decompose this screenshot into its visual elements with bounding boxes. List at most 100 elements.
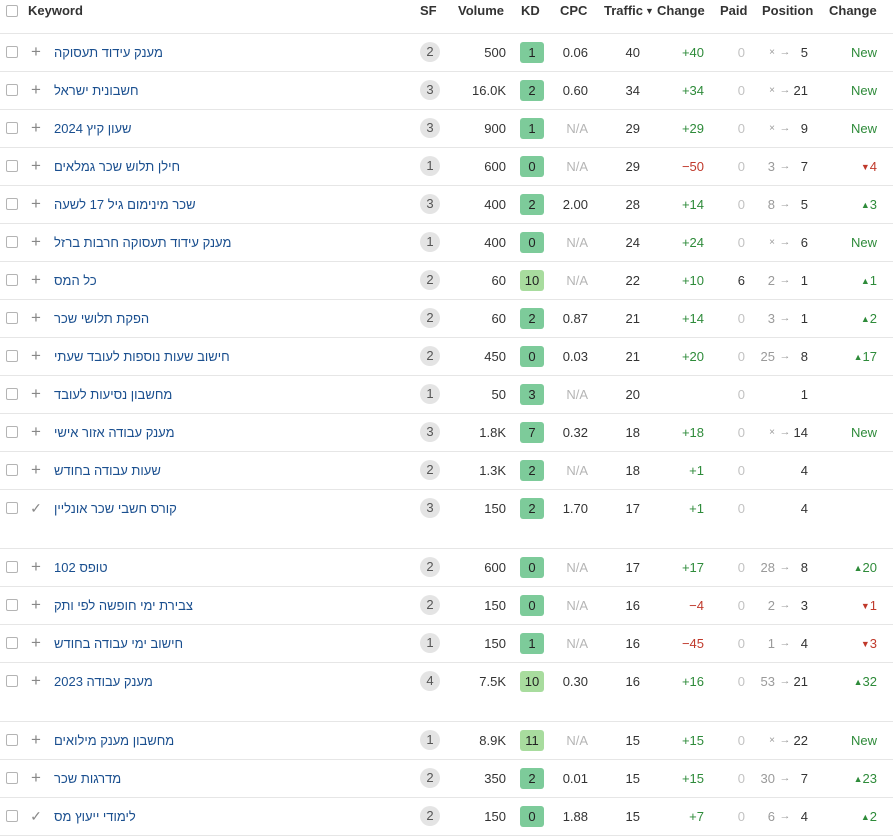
col-sf[interactable]: SF bbox=[420, 3, 437, 18]
position-value[interactable]: 4 bbox=[788, 452, 808, 489]
keyword-link[interactable]: לימודי ייעוץ מס bbox=[54, 798, 136, 835]
col-keyword[interactable]: Keyword bbox=[28, 3, 83, 18]
serp-features-badge[interactable]: 2 bbox=[420, 460, 440, 480]
position-value[interactable]: 3 bbox=[788, 587, 808, 624]
row-checkbox[interactable] bbox=[6, 675, 18, 687]
add-keyword-plus-icon[interactable]: + bbox=[28, 596, 44, 613]
row-checkbox[interactable] bbox=[6, 122, 18, 134]
serp-features-badge[interactable]: 2 bbox=[420, 768, 440, 788]
row-checkbox[interactable] bbox=[6, 388, 18, 400]
position-value[interactable]: 5 bbox=[788, 186, 808, 223]
keyword-link[interactable]: חישוב ימי עבודה בחודש bbox=[54, 625, 183, 662]
serp-features-badge[interactable]: 2 bbox=[420, 308, 440, 328]
keyword-link[interactable]: חילן תלוש שכר גמלאים bbox=[54, 148, 180, 185]
add-keyword-plus-icon[interactable]: + bbox=[28, 634, 44, 651]
col-volume[interactable]: Volume bbox=[458, 3, 504, 18]
add-keyword-plus-icon[interactable]: + bbox=[28, 347, 44, 364]
position-value[interactable]: 21 bbox=[788, 72, 808, 109]
col-traffic-change[interactable]: Change bbox=[657, 3, 705, 18]
keyword-link[interactable]: שכר מינימום גיל 17 לשעה bbox=[54, 186, 196, 223]
serp-features-badge[interactable]: 4 bbox=[420, 671, 440, 691]
keyword-link[interactable]: צבירת ימי חופשה לפי ותק bbox=[54, 587, 193, 624]
col-traffic[interactable]: Traffic ▼ bbox=[604, 3, 654, 18]
position-value[interactable]: 21 bbox=[788, 663, 808, 700]
check-icon[interactable]: ✓ bbox=[28, 500, 44, 516]
keyword-link[interactable]: חישוב שעות נוספות לעובד שעתי bbox=[54, 338, 230, 375]
serp-features-badge[interactable]: 1 bbox=[420, 232, 440, 252]
row-checkbox[interactable] bbox=[6, 274, 18, 286]
position-value[interactable]: 8 bbox=[788, 549, 808, 586]
position-value[interactable]: 1 bbox=[788, 262, 808, 299]
position-value[interactable]: 9 bbox=[788, 110, 808, 147]
position-value[interactable]: 5 bbox=[788, 34, 808, 71]
add-keyword-plus-icon[interactable]: + bbox=[28, 43, 44, 60]
serp-features-badge[interactable]: 1 bbox=[420, 730, 440, 750]
keyword-link[interactable]: חשבונית ישראל bbox=[54, 72, 139, 109]
position-value[interactable]: 22 bbox=[788, 722, 808, 759]
col-kd[interactable]: KD bbox=[521, 3, 540, 18]
select-all-checkbox[interactable] bbox=[6, 5, 18, 17]
col-position-change[interactable]: Change bbox=[829, 3, 877, 18]
position-value[interactable]: 4 bbox=[788, 490, 808, 527]
col-position[interactable]: Position bbox=[762, 3, 813, 18]
row-checkbox[interactable] bbox=[6, 312, 18, 324]
keyword-link[interactable]: קורס חשבי שכר אונליין bbox=[54, 490, 177, 527]
serp-features-badge[interactable]: 1 bbox=[420, 633, 440, 653]
position-value[interactable]: 7 bbox=[788, 148, 808, 185]
add-keyword-plus-icon[interactable]: + bbox=[28, 233, 44, 250]
serp-features-badge[interactable]: 2 bbox=[420, 595, 440, 615]
position-value[interactable]: 8 bbox=[788, 338, 808, 375]
position-value[interactable]: 1 bbox=[788, 376, 808, 413]
keyword-link[interactable]: מחשבון נסיעות לעובד bbox=[54, 376, 172, 413]
add-keyword-plus-icon[interactable]: + bbox=[28, 558, 44, 575]
add-keyword-plus-icon[interactable]: + bbox=[28, 672, 44, 689]
serp-features-badge[interactable]: 2 bbox=[420, 346, 440, 366]
position-value[interactable]: 4 bbox=[788, 798, 808, 835]
keyword-link[interactable]: מענק עבודה אזור אישי bbox=[54, 414, 175, 451]
keyword-link[interactable]: כל המס bbox=[54, 262, 97, 299]
check-icon[interactable]: ✓ bbox=[28, 808, 44, 824]
keyword-link[interactable]: הפקת תלושי שכר bbox=[54, 300, 149, 337]
row-checkbox[interactable] bbox=[6, 599, 18, 611]
row-checkbox[interactable] bbox=[6, 46, 18, 58]
keyword-link[interactable]: שעות עבודה בחודש bbox=[54, 452, 161, 489]
row-checkbox[interactable] bbox=[6, 426, 18, 438]
add-keyword-plus-icon[interactable]: + bbox=[28, 385, 44, 402]
serp-features-badge[interactable]: 2 bbox=[420, 42, 440, 62]
add-keyword-plus-icon[interactable]: + bbox=[28, 423, 44, 440]
add-keyword-plus-icon[interactable]: + bbox=[28, 157, 44, 174]
position-value[interactable]: 1 bbox=[788, 300, 808, 337]
row-checkbox[interactable] bbox=[6, 637, 18, 649]
serp-features-badge[interactable]: 3 bbox=[420, 194, 440, 214]
add-keyword-plus-icon[interactable]: + bbox=[28, 731, 44, 748]
row-checkbox[interactable] bbox=[6, 84, 18, 96]
position-value[interactable]: 14 bbox=[788, 414, 808, 451]
add-keyword-plus-icon[interactable]: + bbox=[28, 461, 44, 478]
keyword-link[interactable]: טופס 102 bbox=[54, 549, 108, 586]
keyword-link[interactable]: שעון קיץ 2024 bbox=[54, 110, 132, 147]
row-checkbox[interactable] bbox=[6, 350, 18, 362]
row-checkbox[interactable] bbox=[6, 160, 18, 172]
keyword-link[interactable]: מחשבון מענק מילואים bbox=[54, 722, 174, 759]
serp-features-badge[interactable]: 1 bbox=[420, 384, 440, 404]
add-keyword-plus-icon[interactable]: + bbox=[28, 119, 44, 136]
row-checkbox[interactable] bbox=[6, 464, 18, 476]
keyword-link[interactable]: מענק עידוד תעסוקה חרבות ברזל bbox=[54, 224, 231, 261]
add-keyword-plus-icon[interactable]: + bbox=[28, 195, 44, 212]
row-checkbox[interactable] bbox=[6, 810, 18, 822]
add-keyword-plus-icon[interactable]: + bbox=[28, 769, 44, 786]
serp-features-badge[interactable]: 2 bbox=[420, 806, 440, 826]
serp-features-badge[interactable]: 3 bbox=[420, 118, 440, 138]
add-keyword-plus-icon[interactable]: + bbox=[28, 81, 44, 98]
col-paid[interactable]: Paid bbox=[720, 3, 747, 18]
row-checkbox[interactable] bbox=[6, 734, 18, 746]
position-value[interactable]: 6 bbox=[788, 224, 808, 261]
row-checkbox[interactable] bbox=[6, 502, 18, 514]
serp-features-badge[interactable]: 2 bbox=[420, 270, 440, 290]
serp-features-badge[interactable]: 3 bbox=[420, 80, 440, 100]
add-keyword-plus-icon[interactable]: + bbox=[28, 309, 44, 326]
row-checkbox[interactable] bbox=[6, 561, 18, 573]
position-value[interactable]: 4 bbox=[788, 625, 808, 662]
position-value[interactable]: 7 bbox=[788, 760, 808, 797]
serp-features-badge[interactable]: 3 bbox=[420, 422, 440, 442]
